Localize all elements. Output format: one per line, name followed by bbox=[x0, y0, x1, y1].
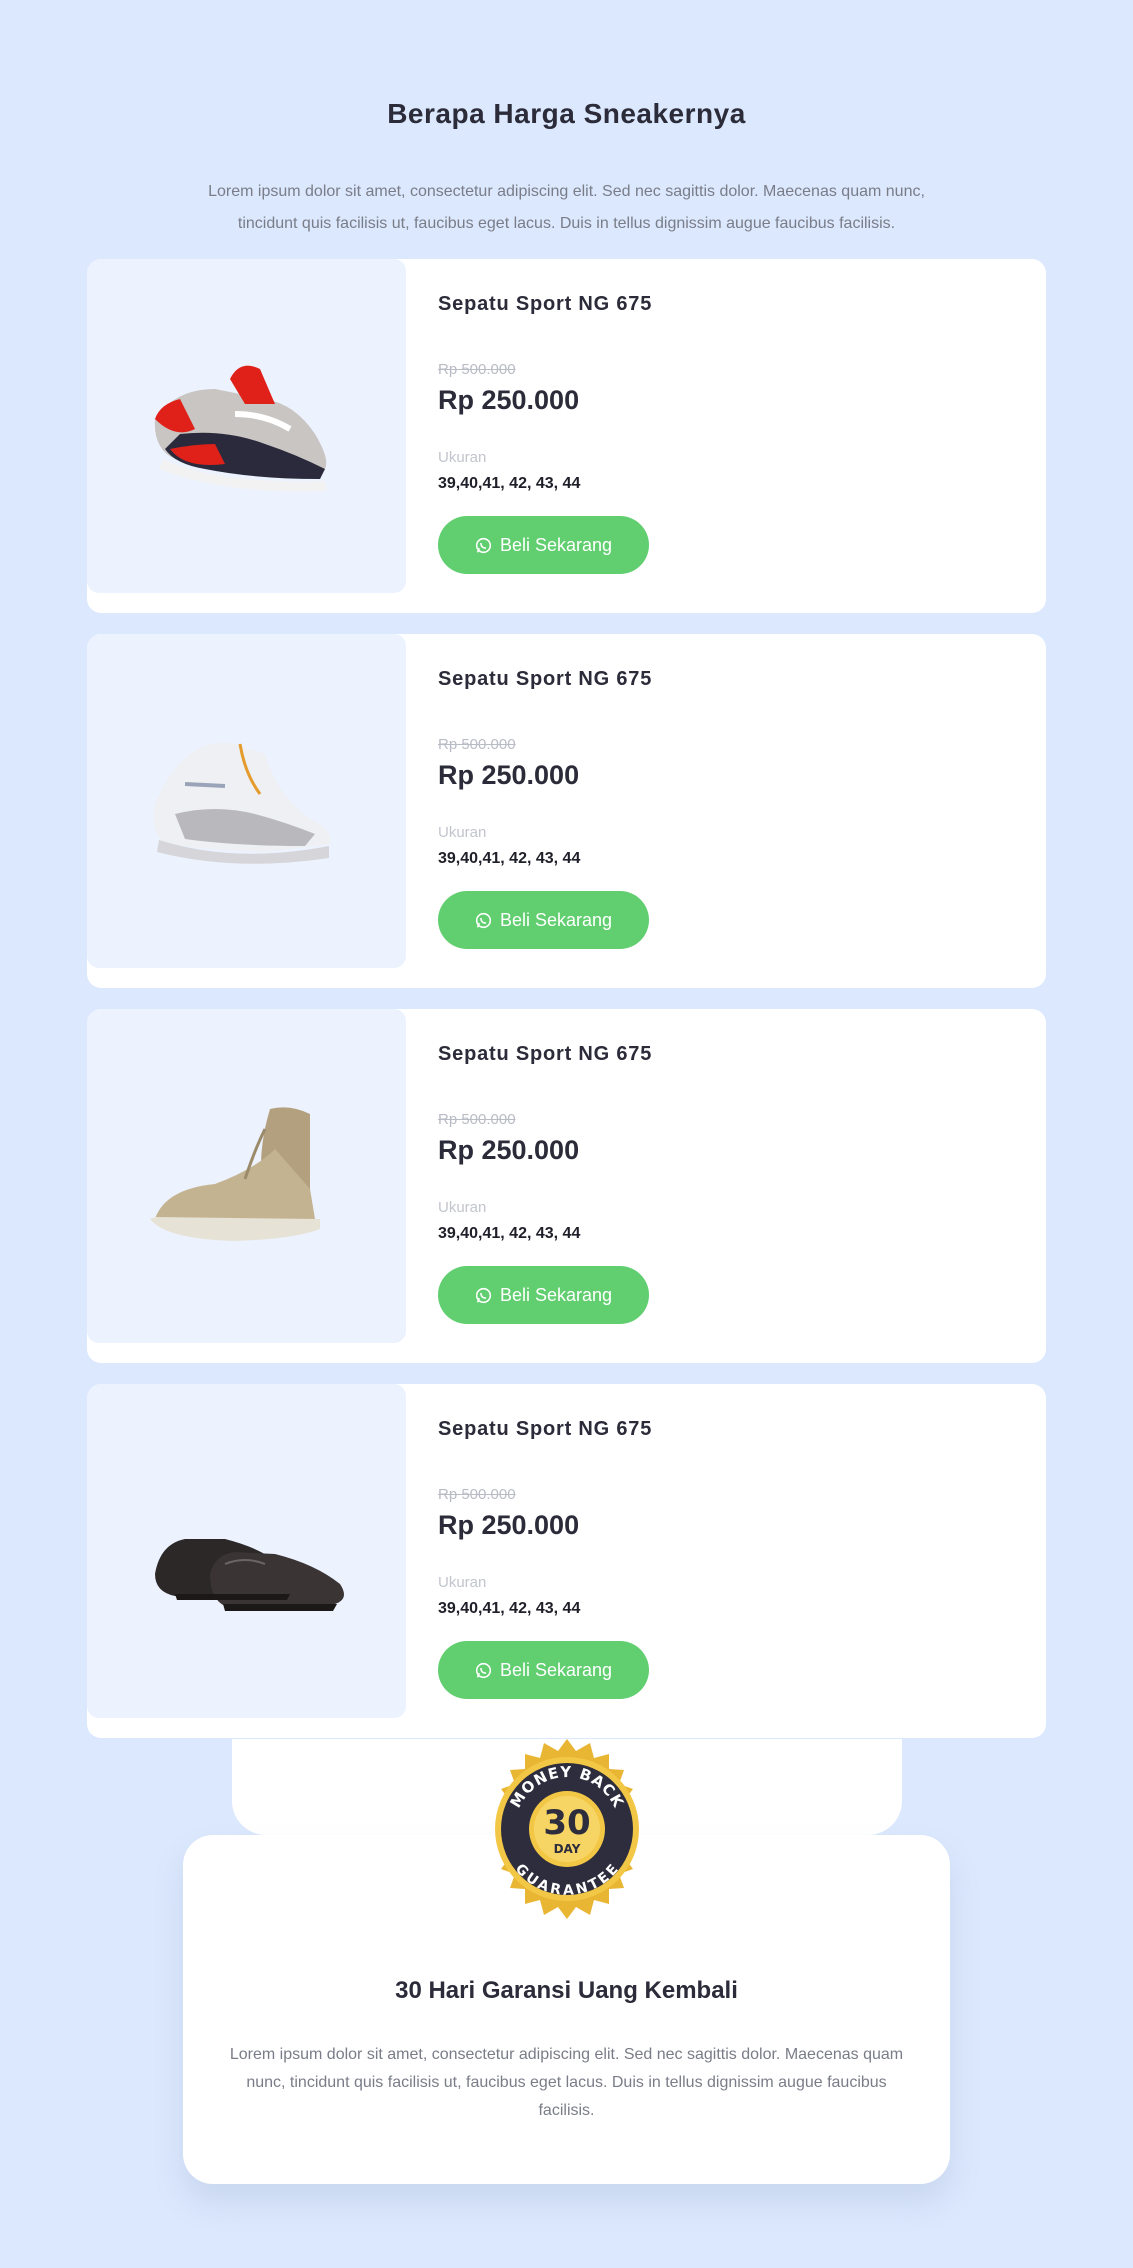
whatsapp-icon bbox=[475, 912, 492, 928]
guarantee-title: 30 Hari Garansi Uang Kembali bbox=[395, 1977, 738, 2004]
buy-now-button[interactable]: Beli Sekarang bbox=[438, 891, 649, 949]
product-price: Rp 250.000 bbox=[438, 760, 580, 790]
size-value: 39,40,41, 42, 43, 44 bbox=[438, 475, 581, 492]
tan-boot-image bbox=[150, 1107, 320, 1241]
buy-now-label: Beli Sekarang bbox=[499, 909, 613, 930]
product-old-price: Rp 500.000 bbox=[438, 736, 516, 753]
buy-now-label: Beli Sekarang bbox=[499, 534, 613, 555]
size-label: Ukuran bbox=[438, 1574, 487, 1591]
money-back-badge-icon: MONEY BACK GUARANTEE 30 DAY bbox=[495, 1739, 639, 1919]
size-label: Ukuran bbox=[438, 824, 487, 841]
product-image bbox=[87, 1009, 406, 1343]
buy-now-button[interactable]: Beli Sekarang bbox=[438, 516, 649, 574]
page-title: Berapa Harga Sneakernya bbox=[387, 98, 746, 129]
buy-now-label: Beli Sekarang bbox=[499, 1284, 613, 1305]
product-image bbox=[87, 259, 406, 593]
product-name: Sepatu Sport NG 675 bbox=[438, 293, 653, 315]
size-label: Ukuran bbox=[438, 449, 487, 466]
product-name: Sepatu Sport NG 675 bbox=[438, 668, 653, 690]
product-old-price: Rp 500.000 bbox=[438, 1486, 516, 1503]
badge-number: 30 bbox=[543, 1803, 590, 1843]
size-value: 39,40,41, 42, 43, 44 bbox=[438, 1225, 581, 1242]
product-old-price: Rp 500.000 bbox=[438, 361, 516, 378]
size-value: 39,40,41, 42, 43, 44 bbox=[438, 850, 581, 867]
buy-now-button[interactable]: Beli Sekarang bbox=[438, 1266, 649, 1324]
badge-unit: DAY bbox=[554, 1842, 581, 1856]
buy-now-button[interactable]: Beli Sekarang bbox=[438, 1641, 649, 1699]
product-card: Sepatu Sport NG 675 Rp 500.000 Rp 250.00… bbox=[87, 1384, 1046, 1738]
product-old-price: Rp 500.000 bbox=[438, 1111, 516, 1128]
product-price: Rp 250.000 bbox=[438, 385, 580, 415]
product-price: Rp 250.000 bbox=[438, 1510, 580, 1540]
leather-shoes-image bbox=[155, 1539, 344, 1611]
product-image bbox=[87, 634, 406, 968]
buy-now-label: Beli Sekarang bbox=[499, 1659, 613, 1680]
page-description: Lorem ipsum dolor sit amet, consectetur … bbox=[208, 183, 925, 232]
product-price: Rp 250.000 bbox=[438, 1135, 580, 1165]
whatsapp-icon bbox=[475, 537, 492, 553]
size-value: 39,40,41, 42, 43, 44 bbox=[438, 1600, 581, 1617]
red-sneaker-image bbox=[154, 365, 327, 492]
whatsapp-icon bbox=[475, 1287, 492, 1303]
guarantee-description: Lorem ipsum dolor sit amet, consectetur … bbox=[229, 2046, 904, 2119]
product-name: Sepatu Sport NG 675 bbox=[438, 1418, 653, 1440]
whatsapp-icon bbox=[475, 1662, 492, 1678]
size-label: Ukuran bbox=[438, 1199, 487, 1216]
white-sneaker-image bbox=[153, 742, 331, 864]
product-card: Sepatu Sport NG 675 Rp 500.000 Rp 250.00… bbox=[87, 259, 1046, 613]
product-card: Sepatu Sport NG 675 Rp 500.000 Rp 250.00… bbox=[87, 634, 1046, 988]
product-name: Sepatu Sport NG 675 bbox=[438, 1043, 653, 1065]
product-card: Sepatu Sport NG 675 Rp 500.000 Rp 250.00… bbox=[87, 1009, 1046, 1363]
product-image bbox=[87, 1384, 406, 1718]
